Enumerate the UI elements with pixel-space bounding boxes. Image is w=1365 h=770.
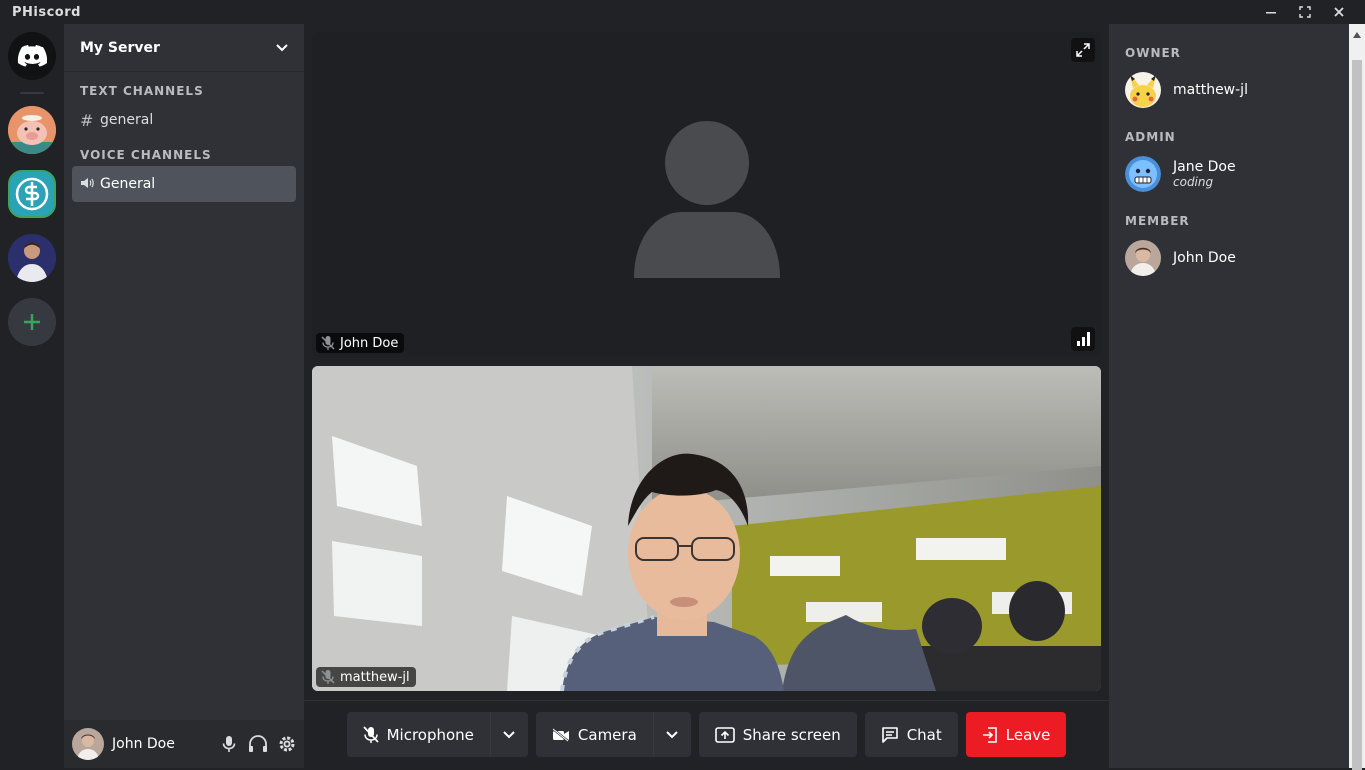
- server-name: My Server: [80, 39, 160, 56]
- camera-control: Camera: [535, 712, 691, 757]
- discord-logo-icon: [17, 45, 47, 67]
- server-rail: [0, 24, 64, 768]
- signal-strength-icon: [1071, 327, 1095, 351]
- scrollbar-thumb[interactable]: [1352, 60, 1362, 770]
- expand-icon[interactable]: [1071, 38, 1095, 62]
- share-screen-icon: [714, 726, 735, 743]
- rail-separator: [20, 92, 44, 94]
- member-name: Jane Doe: [1173, 159, 1236, 175]
- chat-label: Chat: [906, 725, 942, 744]
- member-info: Jane Doe coding: [1161, 159, 1236, 189]
- leave-button[interactable]: Leave: [965, 712, 1067, 757]
- camera-label: Camera: [577, 725, 637, 744]
- share-screen-main: Share screen: [699, 712, 857, 757]
- maximize-icon[interactable]: [1297, 4, 1313, 20]
- tile-label: matthew-jl: [316, 667, 416, 687]
- admin-category: ADMIN: [1125, 130, 1176, 144]
- microphone-control: Microphone: [346, 712, 528, 757]
- user-avatar[interactable]: [72, 728, 104, 760]
- channel-label: general: [100, 112, 154, 128]
- microphone-options-button[interactable]: [489, 712, 528, 757]
- chat-icon: [881, 726, 898, 743]
- mic-muted-icon: [321, 670, 335, 684]
- channel-label: General: [100, 176, 156, 192]
- camera-off-icon: [552, 727, 569, 742]
- speaker-icon: [80, 175, 100, 194]
- camera-options-button[interactable]: [652, 712, 691, 757]
- user-controls: [220, 735, 296, 753]
- member-list: OWNER matthew-jl ADMIN Jane Doe coding M…: [1109, 24, 1349, 768]
- microphone-icon[interactable]: [220, 735, 238, 753]
- minimize-icon[interactable]: [1263, 4, 1279, 20]
- mic-muted-icon: [321, 336, 335, 350]
- leave-icon: [982, 726, 997, 743]
- server-icon-person[interactable]: [8, 234, 56, 282]
- member-row-owner[interactable]: matthew-jl: [1109, 68, 1349, 112]
- server-icon-active[interactable]: [8, 170, 56, 218]
- participant-name: John Doe: [340, 335, 399, 351]
- close-icon[interactable]: [1331, 4, 1347, 20]
- scroll-up-icon[interactable]: [1353, 32, 1361, 38]
- microphone-label: Microphone: [386, 725, 474, 744]
- headphones-icon[interactable]: [248, 735, 268, 753]
- channel-general-text[interactable]: # general: [72, 102, 296, 138]
- hash-icon: #: [80, 110, 94, 130]
- member-avatar: [1125, 240, 1161, 276]
- pikachu-avatar-icon: [1125, 72, 1161, 108]
- member-status: coding: [1173, 175, 1214, 189]
- text-channels-category[interactable]: TEXT CHANNELS: [80, 84, 288, 98]
- member-avatar: [1125, 156, 1161, 192]
- member-row-member[interactable]: John Doe: [1109, 236, 1349, 280]
- user-panel: John Doe: [64, 720, 304, 768]
- member-name: John Doe: [1173, 250, 1236, 266]
- webcam-video-feed: [312, 366, 1101, 691]
- add-server-button[interactable]: [8, 298, 56, 346]
- camera-button[interactable]: Camera: [536, 712, 653, 757]
- home-button[interactable]: [8, 32, 56, 80]
- leave-label: Leave: [1005, 725, 1051, 744]
- person-avatar-icon: [1125, 240, 1161, 276]
- chat-main: Chat: [865, 712, 958, 757]
- member-category: MEMBER: [1125, 214, 1190, 228]
- chevron-down-icon: [276, 43, 288, 51]
- member-row-admin[interactable]: Jane Doe coding: [1109, 152, 1349, 196]
- microphone-button[interactable]: Microphone: [347, 712, 490, 757]
- username: John Doe: [112, 736, 175, 752]
- voice-channels-category[interactable]: VOICE CHANNELS: [80, 148, 288, 162]
- pig-avatar-icon: [8, 106, 56, 154]
- owner-category: OWNER: [1125, 46, 1181, 60]
- share-screen-label: Share screen: [742, 725, 841, 744]
- plus-icon: [24, 314, 40, 330]
- channel-sidebar: My Server TEXT CHANNELS # general VOICE …: [64, 24, 304, 768]
- title-bar: PHiscord: [0, 0, 1365, 24]
- dollar-logo-icon: [10, 172, 54, 216]
- chevron-down-icon: [503, 730, 516, 738]
- participant-name: matthew-jl: [340, 669, 410, 685]
- channel-general-voice[interactable]: General: [72, 166, 296, 202]
- video-tile-john-doe[interactable]: John Doe: [312, 32, 1101, 357]
- tile-label: John Doe: [316, 333, 405, 353]
- member-avatar: [1125, 72, 1161, 108]
- chat-button[interactable]: Chat: [864, 712, 958, 757]
- server-header[interactable]: My Server: [64, 24, 304, 72]
- cold-face-avatar-icon: [1125, 156, 1161, 192]
- member-name: matthew-jl: [1173, 82, 1248, 98]
- leave-main: Leave: [966, 712, 1067, 757]
- window-scrollbar[interactable]: [1349, 24, 1365, 770]
- app-title: PHiscord: [12, 4, 81, 20]
- video-stage: John Doe matthew-jl Microphone Camera Sh…: [304, 24, 1109, 768]
- user-placeholder-icon: [634, 121, 780, 278]
- video-tile-matthew-jl[interactable]: matthew-jl: [312, 366, 1101, 691]
- gear-icon[interactable]: [278, 735, 296, 753]
- person-avatar-icon: [8, 234, 56, 282]
- chevron-down-icon: [666, 730, 678, 738]
- call-controls: Microphone Camera Share screen Chat Leav…: [304, 700, 1109, 768]
- share-screen-button[interactable]: Share screen: [698, 712, 857, 757]
- server-icon-pink[interactable]: [8, 106, 56, 154]
- window-controls: [1263, 0, 1347, 24]
- mic-muted-icon: [362, 725, 379, 743]
